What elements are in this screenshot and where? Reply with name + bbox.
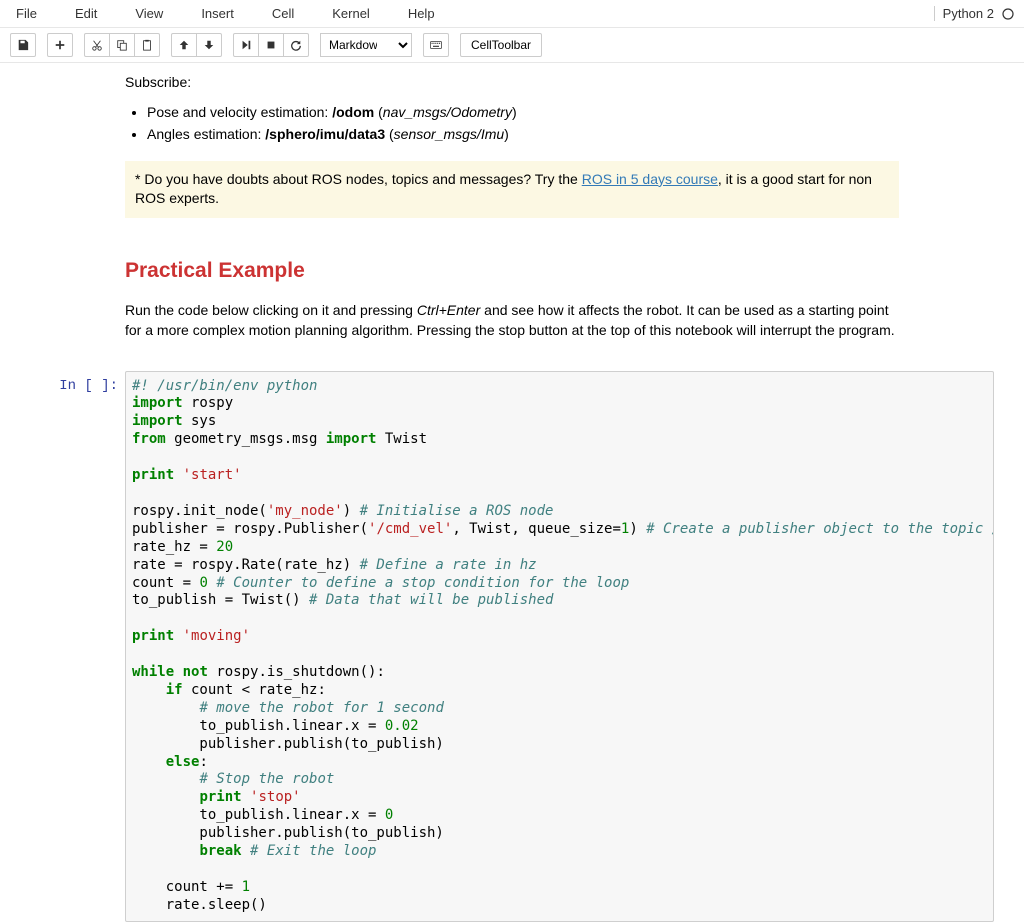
- menu-file[interactable]: File: [10, 2, 43, 25]
- kernel-name: Python 2: [934, 6, 994, 21]
- menu-help[interactable]: Help: [402, 2, 441, 25]
- arrow-up-icon: [178, 39, 190, 51]
- stop-icon: [265, 39, 277, 51]
- menubar: File Edit View Insert Cell Kernel Help P…: [0, 0, 1024, 28]
- highlight-box: * Do you have doubts about ROS nodes, to…: [125, 161, 899, 218]
- run-group: [233, 33, 309, 57]
- subscribe-heading: Subscribe:: [125, 73, 899, 93]
- step-forward-icon: [240, 39, 252, 51]
- toolbar: Markdown CellToolbar: [0, 28, 1024, 63]
- interrupt-button[interactable]: [258, 33, 284, 57]
- paste-button[interactable]: [134, 33, 160, 57]
- input-prompt: In [ ]:: [30, 371, 125, 922]
- code-cell[interactable]: In [ ]: #! /usr/bin/env python import ro…: [30, 371, 994, 922]
- save-button[interactable]: [10, 33, 36, 57]
- command-palette-button[interactable]: [423, 33, 449, 57]
- paste-icon: [141, 39, 153, 51]
- kernel-indicator: Python 2: [934, 6, 1014, 21]
- move-up-button[interactable]: [171, 33, 197, 57]
- move-down-button[interactable]: [196, 33, 222, 57]
- celltoolbar-button[interactable]: CellToolbar: [460, 33, 542, 57]
- edit-group: [84, 33, 160, 57]
- notebook-area: Subscribe: Pose and velocity estimation:…: [0, 63, 1024, 922]
- menu-view[interactable]: View: [129, 2, 169, 25]
- list-item: Pose and velocity estimation: /odom (nav…: [147, 103, 899, 123]
- keyboard-icon: [430, 39, 442, 51]
- repeat-icon: [290, 39, 302, 51]
- menubar-menu: File Edit View Insert Cell Kernel Help: [10, 2, 441, 25]
- insert-cell-button[interactable]: [47, 33, 73, 57]
- markdown-cell[interactable]: Subscribe: Pose and velocity estimation:…: [30, 73, 994, 341]
- kernel-idle-icon: [1002, 8, 1014, 20]
- run-button[interactable]: [233, 33, 259, 57]
- menu-cell[interactable]: Cell: [266, 2, 300, 25]
- move-group: [171, 33, 222, 57]
- scissors-icon: [91, 39, 103, 51]
- save-icon: [17, 39, 29, 51]
- plus-icon: [54, 39, 66, 51]
- code-input[interactable]: #! /usr/bin/env python import rospy impo…: [125, 371, 994, 922]
- list-item: Angles estimation: /sphero/imu/data3 (se…: [147, 125, 899, 145]
- ros-course-link[interactable]: ROS in 5 days course: [582, 171, 718, 187]
- menu-insert[interactable]: Insert: [195, 2, 240, 25]
- menu-edit[interactable]: Edit: [69, 2, 103, 25]
- menu-kernel[interactable]: Kernel: [326, 2, 376, 25]
- section-heading: Practical Example: [125, 256, 899, 285]
- cell-type-select[interactable]: Markdown: [320, 33, 412, 57]
- cut-button[interactable]: [84, 33, 110, 57]
- section-description: Run the code below clicking on it and pr…: [125, 301, 899, 340]
- subscribe-list: Pose and velocity estimation: /odom (nav…: [147, 103, 899, 145]
- copy-button[interactable]: [109, 33, 135, 57]
- arrow-down-icon: [203, 39, 215, 51]
- restart-button[interactable]: [283, 33, 309, 57]
- copy-icon: [116, 39, 128, 51]
